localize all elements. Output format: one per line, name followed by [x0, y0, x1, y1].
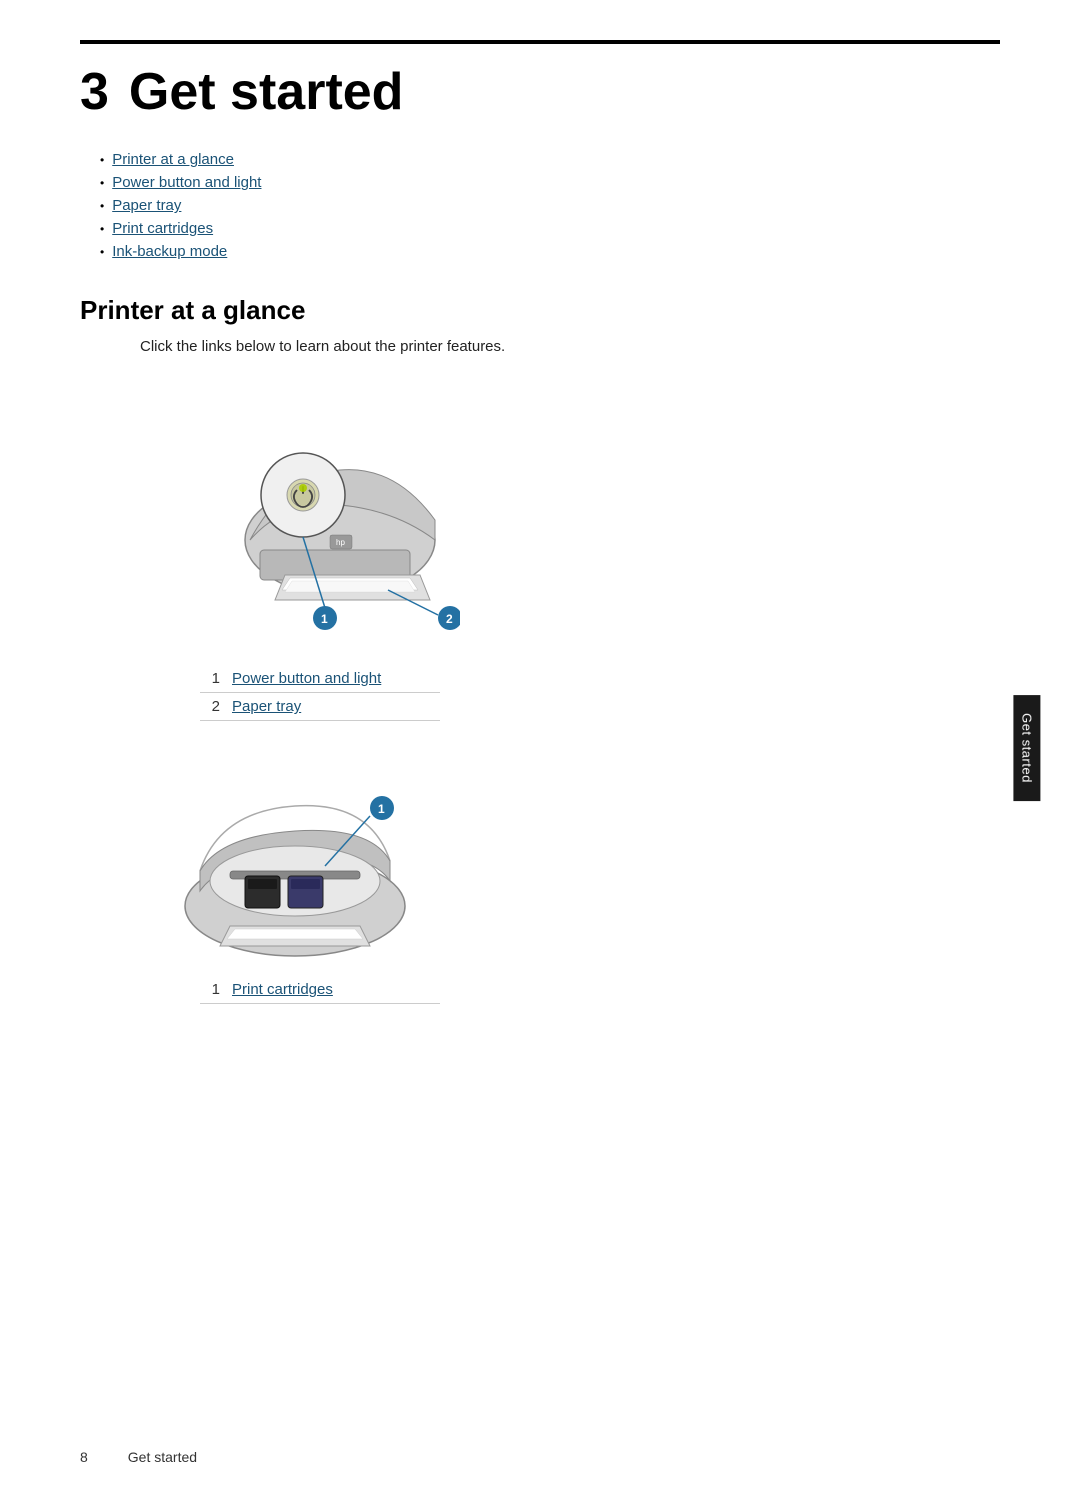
callout-number-2: 2: [200, 693, 228, 721]
callout-row-print-cartridges: 1 Print cartridges: [200, 976, 440, 1004]
callout-number-print-cartridges: 1: [200, 976, 228, 1004]
callout-row-1: 1 Power button and light: [200, 665, 440, 693]
printer-diagram-2: 1: [140, 751, 420, 971]
toc-item-5: Ink-backup mode: [100, 243, 1000, 260]
toc-item-1: Printer at a glance: [100, 151, 1000, 168]
svg-text:2: 2: [446, 612, 453, 626]
toc-link-paper-tray[interactable]: Paper tray: [112, 197, 181, 214]
svg-text:1: 1: [378, 802, 385, 816]
section-intro: Click the links below to learn about the…: [140, 338, 1000, 355]
callout-label-2: Paper tray: [228, 693, 440, 721]
toc-link-printer-at-glance[interactable]: Printer at a glance: [112, 151, 234, 168]
toc-list: Printer at a glance Power button and lig…: [100, 151, 1000, 260]
callout-table-1: 1 Power button and light 2 Paper tray: [200, 665, 440, 721]
printer-diagram-1-container: hp 1 2: [140, 380, 1000, 721]
toc-item-4: Print cartridges: [100, 220, 1000, 237]
toc-link-print-cartridges[interactable]: Print cartridges: [112, 220, 213, 237]
svg-text:hp: hp: [336, 538, 345, 547]
toc-item-2: Power button and light: [100, 174, 1000, 191]
top-border: [80, 40, 1000, 44]
chapter-heading: 3 Get started: [80, 64, 1000, 121]
toc-link-ink-backup[interactable]: Ink-backup mode: [112, 243, 227, 260]
callout-label-1: Power button and light: [228, 665, 440, 693]
section-heading: Printer at a glance: [80, 295, 1000, 326]
callout-link-paper-tray[interactable]: Paper tray: [232, 698, 301, 715]
footer-page-number: 8: [80, 1449, 88, 1465]
footer: 8 Get started: [80, 1449, 197, 1465]
callout-link-power-button[interactable]: Power button and light: [232, 670, 381, 687]
chapter-number: 3: [80, 63, 109, 121]
callout-link-print-cartridges[interactable]: Print cartridges: [232, 981, 333, 998]
printer-diagram-2-container: 1 1 Print cartridges: [140, 751, 1000, 1004]
footer-section-label: Get started: [128, 1449, 197, 1465]
toc-item-3: Paper tray: [100, 197, 1000, 214]
side-tab: Get started: [1014, 695, 1041, 801]
callout-row-2: 2 Paper tray: [200, 693, 440, 721]
printer-diagram-1: hp 1 2: [140, 380, 460, 660]
chapter-title: Get started: [129, 63, 404, 121]
callout-label-print-cartridges: Print cartridges: [228, 976, 440, 1004]
svg-text:1: 1: [321, 612, 328, 626]
callout-number-1: 1: [200, 665, 228, 693]
callout-table-2: 1 Print cartridges: [200, 976, 440, 1004]
toc-link-power-button[interactable]: Power button and light: [112, 174, 261, 191]
